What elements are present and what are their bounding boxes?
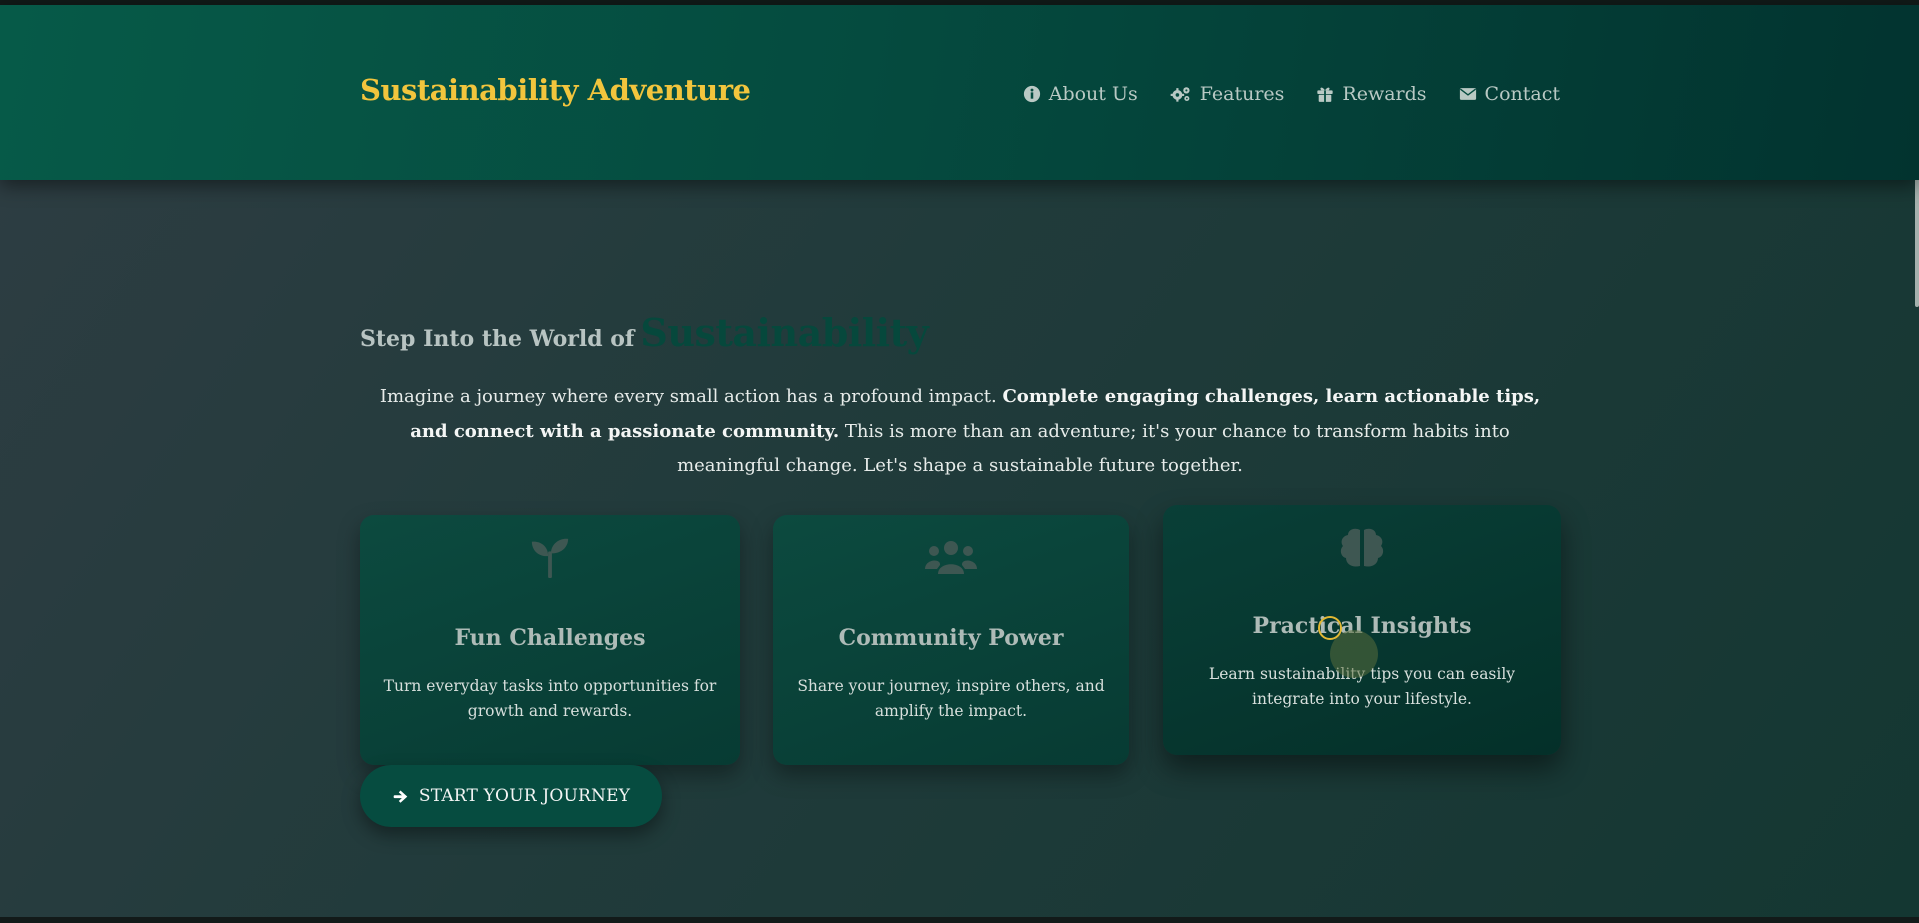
envelope-icon — [1459, 88, 1476, 100]
card-description: Share your journey, inspire others, and … — [797, 677, 1105, 720]
nav-rewards[interactable]: Rewards — [1316, 83, 1427, 105]
card-title: Community Power — [838, 625, 1064, 651]
feature-card-fun-challenges[interactable]: Fun Challenges Turn everyday tasks into … — [360, 515, 740, 765]
site-title[interactable]: Sustainability Adventure — [360, 73, 751, 107]
hero-heading: Step Into the World of Sustainability — [360, 310, 929, 355]
feature-card-community-power[interactable]: Community Power Share your journey, insp… — [773, 515, 1129, 765]
site-header: Sustainability Adventure About Us Featur… — [0, 5, 1919, 180]
nav-rewards-label: Rewards — [1342, 83, 1427, 105]
info-circle-icon — [1023, 85, 1040, 103]
nav-contact[interactable]: Contact — [1459, 83, 1560, 105]
hero-intro-start: Imagine a journey where every small acti… — [379, 386, 1003, 407]
brain-icon — [1340, 528, 1384, 567]
arrow-right-icon — [393, 790, 408, 803]
nav-features[interactable]: Features — [1170, 83, 1285, 105]
card-title: Fun Challenges — [454, 625, 646, 651]
feature-card-practical-insights[interactable]: Practical Insights Learn sustainability … — [1163, 505, 1561, 755]
nav-about-us[interactable]: About Us — [1023, 83, 1138, 105]
users-icon — [925, 541, 977, 574]
nav-contact-label: Contact — [1484, 83, 1560, 105]
main-nav: About Us Features Rewards Contact — [1023, 83, 1560, 105]
gears-icon — [1170, 87, 1190, 102]
hero-heading-prefix: Step Into the World of — [360, 326, 635, 352]
hero-intro: Imagine a journey where every small acti… — [360, 380, 1560, 484]
gift-icon — [1317, 87, 1334, 103]
nav-about-us-label: About Us — [1048, 83, 1138, 105]
seedling-icon — [531, 538, 569, 579]
bottom-strip — [0, 917, 1919, 923]
mouse-cursor — [1318, 616, 1342, 640]
card-description: Turn everyday tasks into opportunities f… — [383, 677, 717, 720]
nav-features-label: Features — [1199, 83, 1285, 105]
start-journey-label: START YOUR JOURNEY — [418, 786, 631, 806]
start-journey-button[interactable]: START YOUR JOURNEY — [360, 765, 662, 827]
hero-heading-highlight: Sustainability — [640, 310, 929, 355]
